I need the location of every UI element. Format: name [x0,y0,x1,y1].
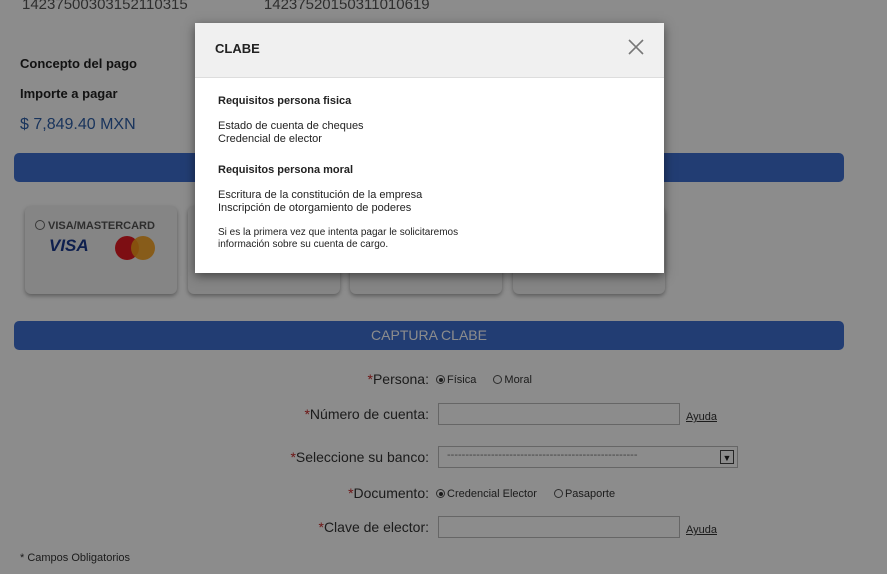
clabe-modal: CLABE Requisitos persona fisica Estado d… [195,23,664,273]
moral-item: Inscripción de otorgamiento de poderes [218,202,412,214]
moral-requirements: Escritura de la constitución de la empre… [218,189,648,215]
fisica-item: Credencial de elector [218,133,322,145]
close-icon[interactable] [624,35,648,59]
fisica-heading: Requisitos persona fisica [218,95,352,107]
modal-note: Si es la primera vez que intenta pagar l… [218,227,459,250]
modal-body: Requisitos persona fisica Estado de cuen… [218,95,648,251]
modal-header: CLABE [195,23,664,78]
fisica-requirements: Estado de cuenta de cheques Credencial d… [218,120,648,146]
moral-heading: Requisitos persona moral [218,164,354,176]
fisica-item: Estado de cuenta de cheques [218,120,364,132]
modal-title: CLABE [215,41,260,56]
moral-item: Escritura de la constitución de la empre… [218,189,423,201]
